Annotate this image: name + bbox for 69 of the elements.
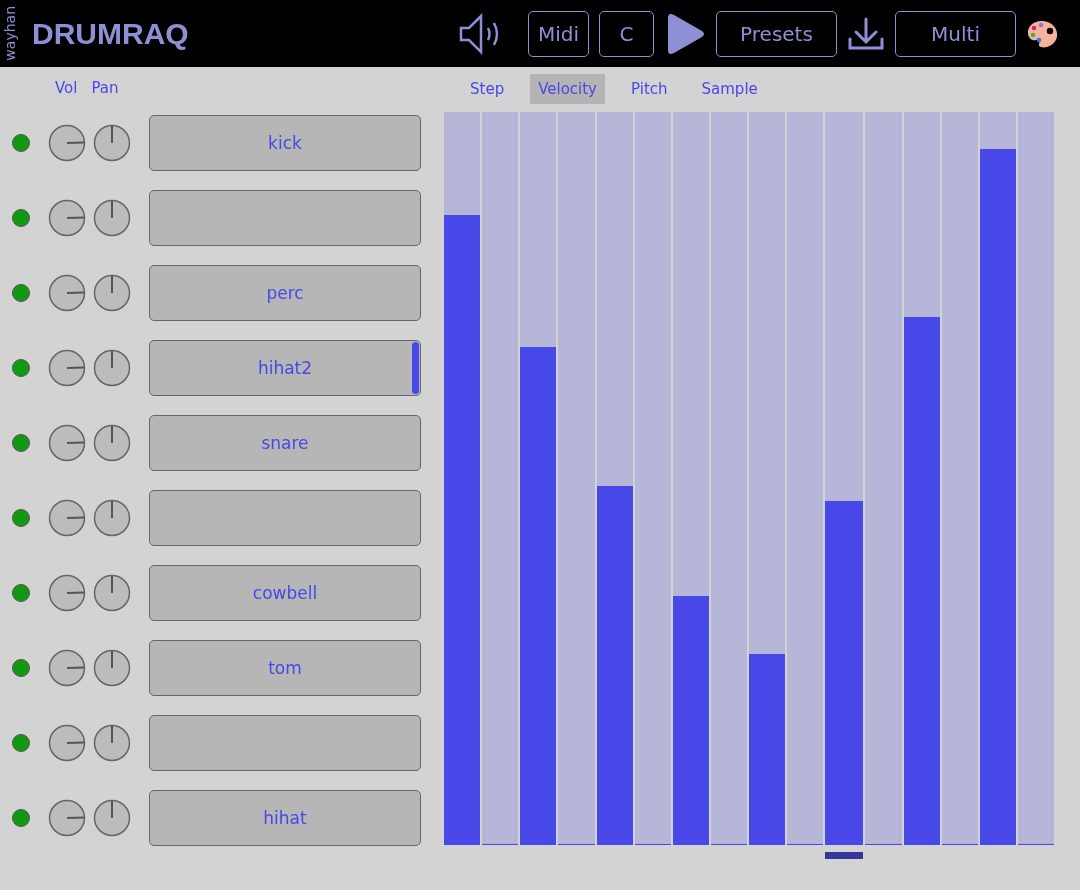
pan-knob[interactable] xyxy=(93,498,131,537)
sample-pad[interactable]: hihat xyxy=(149,789,421,846)
step-slider[interactable] xyxy=(1017,112,1055,845)
download-icon[interactable] xyxy=(847,16,885,51)
palette-icon[interactable] xyxy=(1026,18,1058,49)
sample-pad[interactable] xyxy=(149,489,421,546)
step-slider[interactable] xyxy=(634,112,671,845)
status-led[interactable] xyxy=(12,283,30,302)
sample-pad[interactable]: kick xyxy=(149,114,421,171)
sample-pad[interactable]: tom xyxy=(149,639,421,696)
status-led[interactable] xyxy=(12,658,30,677)
status-led[interactable] xyxy=(12,808,30,827)
vendor-label: wayhan xyxy=(2,6,18,61)
pan-knob[interactable] xyxy=(93,573,131,612)
tab[interactable]: Velocity xyxy=(530,74,605,104)
step-slider[interactable] xyxy=(711,112,748,845)
status-led[interactable] xyxy=(12,133,30,152)
pan-knob[interactable] xyxy=(93,648,131,687)
step-slider[interactable] xyxy=(482,112,519,845)
volume-knob[interactable] xyxy=(48,798,86,837)
toolbar-button[interactable]: Midi xyxy=(527,10,589,57)
toolbar-button[interactable]: Presets xyxy=(716,10,837,57)
step-slider[interactable] xyxy=(558,112,595,845)
status-led[interactable] xyxy=(12,583,30,602)
step-slider[interactable] xyxy=(903,112,940,845)
volume-knob[interactable] xyxy=(48,573,86,612)
sample-pad[interactable] xyxy=(149,714,421,771)
pan-knob[interactable] xyxy=(93,348,131,387)
step-slider[interactable] xyxy=(787,112,824,845)
volume-knob[interactable] xyxy=(48,723,86,762)
step-slider[interactable] xyxy=(825,112,864,845)
status-led[interactable] xyxy=(12,433,30,452)
volume-knob[interactable] xyxy=(48,498,86,537)
step-slider[interactable] xyxy=(941,112,978,845)
step-slider[interactable] xyxy=(596,112,633,845)
volume-knob[interactable] xyxy=(48,123,86,162)
toolbar-button[interactable]: Multi xyxy=(895,10,1016,57)
status-led[interactable] xyxy=(12,208,30,227)
pan-knob[interactable] xyxy=(93,273,131,312)
tab[interactable]: Step xyxy=(462,74,513,104)
pan-knob[interactable] xyxy=(93,123,131,162)
app-title: DRUMRAQ xyxy=(32,16,189,51)
volume-knob[interactable] xyxy=(48,348,86,387)
pan-knob[interactable] xyxy=(93,423,131,462)
pan-knob[interactable] xyxy=(93,798,131,837)
sample-pad[interactable]: snare xyxy=(149,414,421,471)
tab[interactable]: Pitch xyxy=(623,74,676,104)
volume-knob[interactable] xyxy=(48,198,86,237)
selection-indicator xyxy=(412,341,419,394)
pan-column-label: Pan xyxy=(91,79,119,99)
vol-column-label: Vol xyxy=(55,79,78,99)
sample-pad[interactable]: cowbell xyxy=(149,564,421,621)
toolbar-button[interactable]: C xyxy=(599,10,654,57)
step-slider[interactable] xyxy=(672,112,709,845)
tab[interactable]: Sample xyxy=(693,74,766,104)
status-led[interactable] xyxy=(12,508,30,527)
step-slider[interactable] xyxy=(520,112,557,845)
sample-pad[interactable] xyxy=(149,189,421,246)
sample-pad[interactable]: perc xyxy=(149,264,421,321)
sample-pad[interactable]: hihat2 xyxy=(149,339,421,396)
pan-knob[interactable] xyxy=(93,198,131,237)
step-slider[interactable] xyxy=(865,112,902,845)
volume-knob[interactable] xyxy=(48,423,86,462)
status-led[interactable] xyxy=(12,733,30,752)
volume-knob[interactable] xyxy=(48,273,86,312)
step-slider[interactable] xyxy=(749,112,786,845)
status-led[interactable] xyxy=(12,358,30,377)
pan-knob[interactable] xyxy=(93,723,131,762)
volume-knob[interactable] xyxy=(48,648,86,687)
